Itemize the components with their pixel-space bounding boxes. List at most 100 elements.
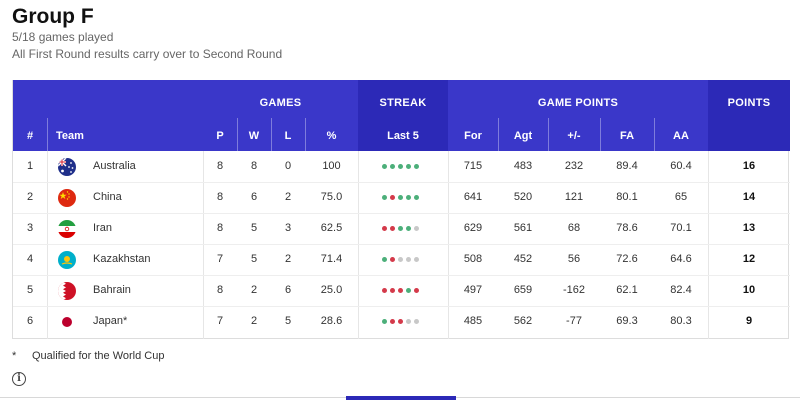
team-name[interactable]: China bbox=[93, 182, 198, 213]
col-header-l: L bbox=[284, 130, 292, 142]
row-divider bbox=[13, 244, 790, 245]
standings-table: GAMES STREAK GAME POINTS POINTS # Team P… bbox=[12, 80, 790, 339]
header-divider bbox=[237, 118, 238, 151]
table-row[interactable]: 6 7 2 5 28.6 485 562 -77 69.3 80.3 9 Japan* bbox=[13, 306, 790, 337]
info-icon[interactable]: i bbox=[12, 372, 26, 386]
col-header-rank: # bbox=[26, 130, 34, 142]
played-cell: 7 bbox=[216, 253, 224, 265]
streak-empty-dot bbox=[414, 257, 419, 262]
streak-indicator bbox=[382, 226, 422, 232]
streak-win-dot bbox=[414, 164, 419, 169]
group-label-streak: STREAK bbox=[379, 97, 427, 109]
rank-cell: 6 bbox=[26, 315, 34, 327]
rank-cell: 3 bbox=[26, 222, 34, 234]
streak-win-dot bbox=[382, 257, 387, 262]
wins-cell: 2 bbox=[250, 315, 258, 327]
table-row[interactable]: 2 8 6 2 75.0 641 520 121 80.1 65 14 China bbox=[13, 182, 790, 213]
streak-win-dot bbox=[406, 195, 411, 200]
row-divider bbox=[13, 306, 790, 307]
footnote-marker: * bbox=[12, 350, 17, 362]
header-divider bbox=[654, 118, 655, 151]
row-divider bbox=[13, 213, 790, 214]
streak-indicator bbox=[382, 164, 422, 170]
japan-flag bbox=[58, 313, 76, 331]
streak-win-dot bbox=[390, 164, 395, 169]
streak-loss-dot bbox=[382, 226, 387, 231]
win-pct-cell: 100 bbox=[322, 160, 341, 172]
wins-cell: 8 bbox=[250, 160, 258, 172]
avg-against-cell: 70.1 bbox=[670, 222, 692, 234]
points-for-cell: 629 bbox=[463, 222, 483, 234]
team-name[interactable]: Iran bbox=[93, 213, 198, 244]
col-header-pct: % bbox=[326, 130, 337, 142]
points-cell: 12 bbox=[742, 253, 756, 265]
played-cell: 8 bbox=[216, 222, 224, 234]
header-divider bbox=[271, 118, 272, 151]
avg-against-cell: 60.4 bbox=[670, 160, 692, 172]
streak-loss-dot bbox=[390, 226, 395, 231]
table-row[interactable]: 4 7 5 2 71.4 508 452 56 72.6 64.6 12 Kazakhstan bbox=[13, 244, 790, 275]
streak-empty-dot bbox=[406, 257, 411, 262]
streak-win-dot bbox=[398, 164, 403, 169]
team-name[interactable]: Bahrain bbox=[93, 275, 198, 306]
points-for-cell: 485 bbox=[463, 315, 483, 327]
table-header: GAMES STREAK GAME POINTS POINTS # Team P… bbox=[13, 80, 790, 151]
streak-win-dot bbox=[398, 226, 403, 231]
avg-for-cell: 89.4 bbox=[616, 160, 638, 172]
avg-for-cell: 78.6 bbox=[616, 222, 638, 234]
rank-cell: 4 bbox=[26, 253, 34, 265]
streak-loss-dot bbox=[382, 288, 387, 293]
avg-against-cell: 80.3 bbox=[670, 315, 692, 327]
streak-empty-dot bbox=[414, 226, 419, 231]
wins-cell: 2 bbox=[250, 284, 258, 296]
streak-indicator bbox=[382, 257, 422, 263]
losses-cell: 6 bbox=[284, 284, 292, 296]
australia-flag bbox=[58, 158, 76, 176]
point-diff-cell: 232 bbox=[564, 160, 584, 172]
streak-win-dot bbox=[406, 226, 411, 231]
team-name[interactable]: Japan* bbox=[93, 306, 198, 337]
points-against-cell: 562 bbox=[513, 315, 533, 327]
col-header-aa: AA bbox=[673, 130, 689, 142]
rank-cell: 1 bbox=[26, 160, 34, 172]
points-against-cell: 561 bbox=[513, 222, 533, 234]
iran-flag bbox=[58, 220, 76, 238]
header-divider bbox=[548, 118, 549, 151]
streak-win-dot bbox=[398, 195, 403, 200]
table-row[interactable]: 1 8 8 0 100 715 483 232 89.4 60.4 16 Australia bbox=[13, 151, 790, 182]
header-divider bbox=[47, 118, 48, 151]
header-block-points bbox=[708, 80, 790, 151]
streak-indicator bbox=[382, 195, 422, 201]
points-for-cell: 641 bbox=[463, 191, 483, 203]
footnote: * Qualified for the World Cup bbox=[12, 350, 164, 362]
streak-empty-dot bbox=[414, 319, 419, 324]
avg-against-cell: 64.6 bbox=[670, 253, 692, 265]
footnote-text: Qualified for the World Cup bbox=[32, 350, 165, 362]
point-diff-cell: 121 bbox=[564, 191, 584, 203]
table-row[interactable]: 3 8 5 3 62.5 629 561 68 78.6 70.1 13 Iran bbox=[13, 213, 790, 244]
points-against-cell: 520 bbox=[513, 191, 533, 203]
avg-against-cell: 65 bbox=[674, 191, 688, 203]
avg-for-cell: 80.1 bbox=[616, 191, 638, 203]
rank-cell: 2 bbox=[26, 191, 34, 203]
header-divider bbox=[305, 118, 306, 151]
points-for-cell: 497 bbox=[463, 284, 483, 296]
losses-cell: 2 bbox=[284, 253, 292, 265]
team-name[interactable]: Australia bbox=[93, 151, 198, 182]
row-divider bbox=[13, 182, 790, 183]
active-tab-indicator[interactable] bbox=[346, 396, 456, 400]
points-for-cell: 715 bbox=[463, 160, 483, 172]
streak-loss-dot bbox=[398, 288, 403, 293]
win-pct-cell: 75.0 bbox=[320, 191, 343, 203]
header-divider bbox=[498, 118, 499, 151]
col-header-agt: Agt bbox=[513, 130, 533, 142]
points-cell: 10 bbox=[742, 284, 756, 296]
page-title: Group F bbox=[12, 5, 94, 28]
team-name[interactable]: Kazakhstan bbox=[93, 244, 198, 275]
table-row[interactable]: 5 8 2 6 25.0 497 659 -162 62.1 82.4 10 Bahrain bbox=[13, 275, 790, 306]
losses-cell: 0 bbox=[284, 160, 292, 172]
bahrain-flag bbox=[58, 282, 76, 300]
losses-cell: 2 bbox=[284, 191, 292, 203]
point-diff-cell: -162 bbox=[562, 284, 586, 296]
wins-cell: 5 bbox=[250, 222, 258, 234]
